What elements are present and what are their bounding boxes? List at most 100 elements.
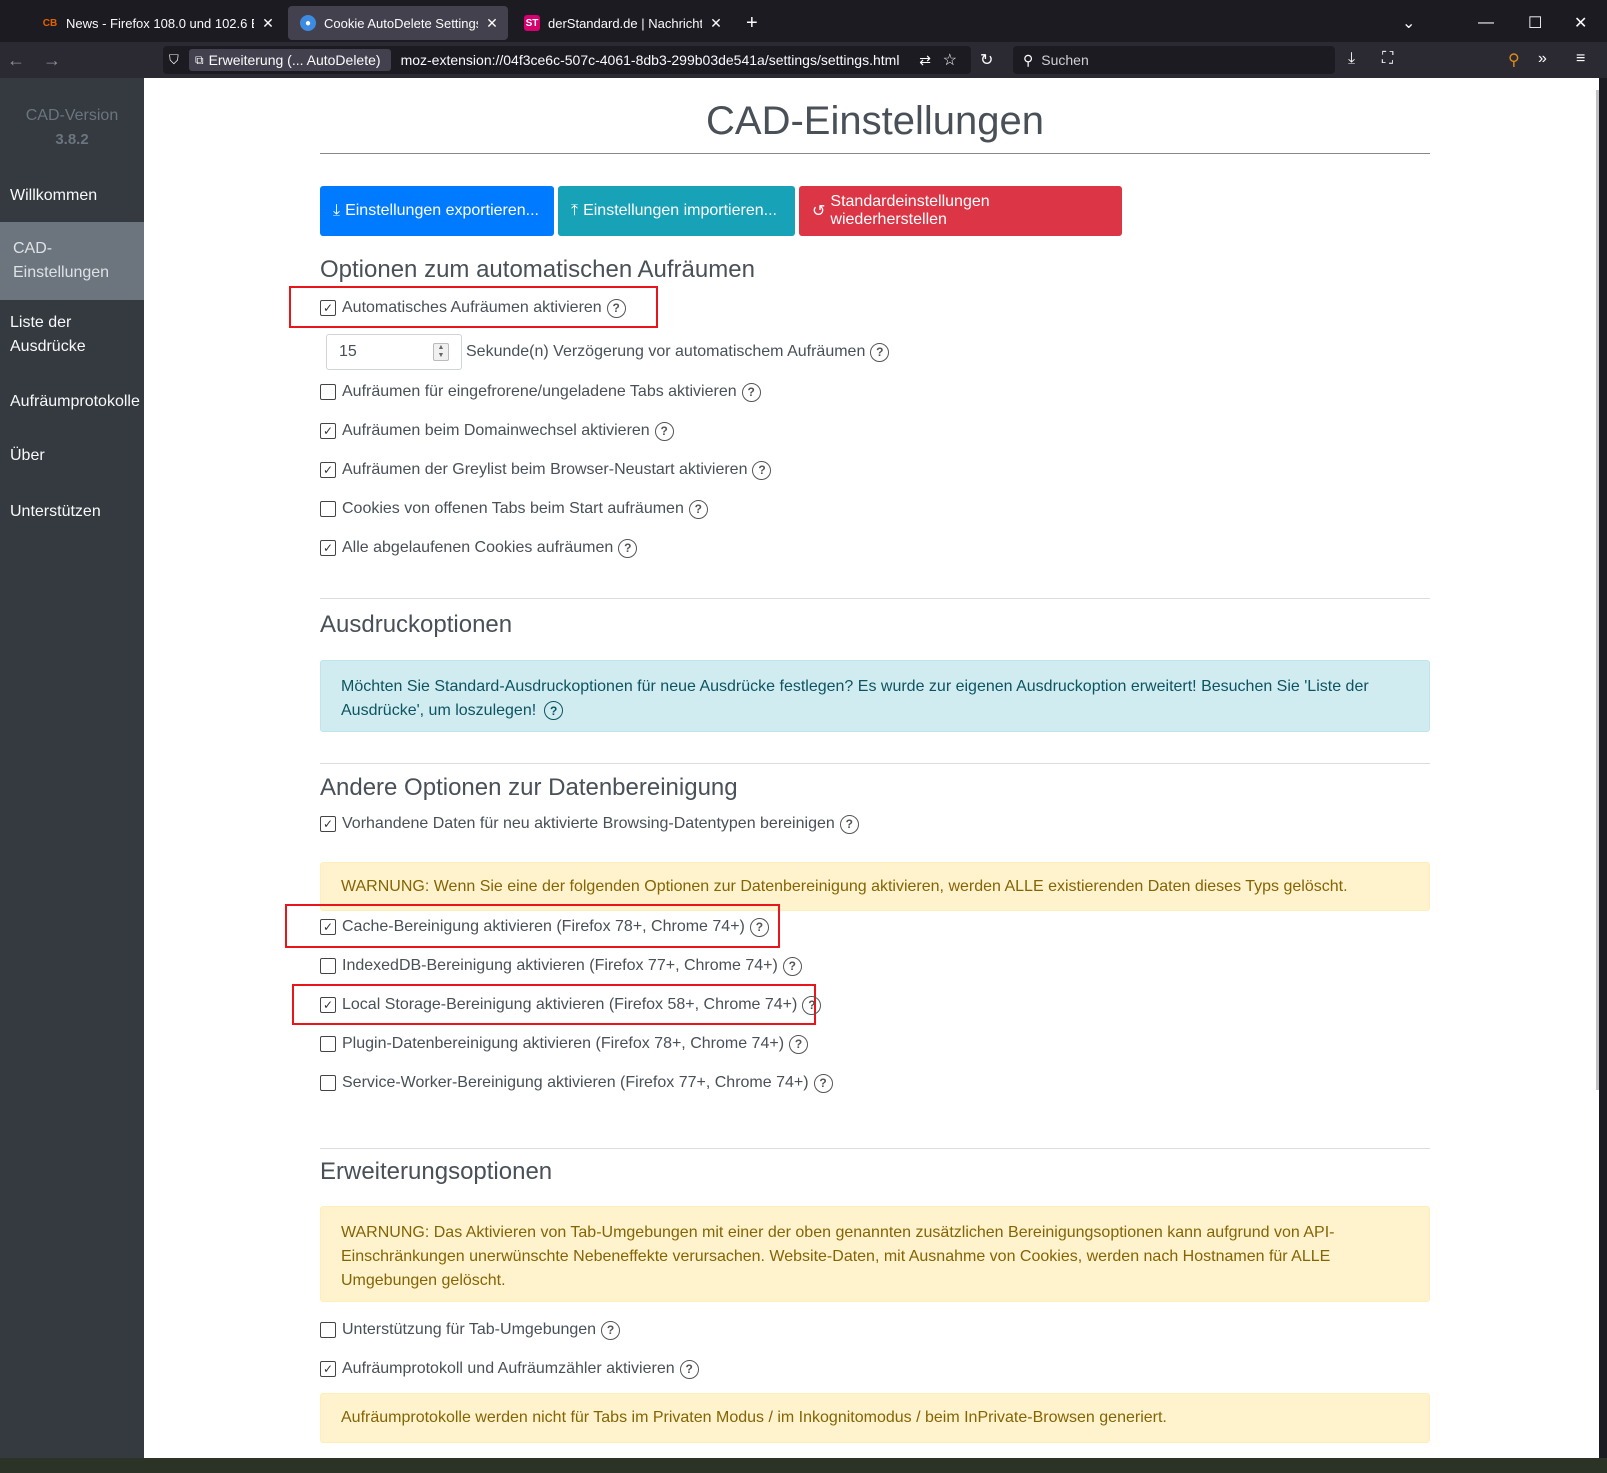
reset-settings-button[interactable]: ↺ Standardeinstellungen wiederherstellen [799, 186, 1122, 236]
export-button-label: Einstellungen exportieren... [345, 202, 539, 219]
help-icon[interactable]: ? [688, 499, 708, 519]
checkbox[interactable]: ✓ [320, 997, 336, 1013]
help-icon[interactable]: ? [618, 538, 638, 558]
help-icon[interactable]: ? [606, 298, 626, 318]
extension-heading: Erweiterungsoptionen [320, 1158, 553, 1185]
help-icon[interactable]: ? [654, 421, 674, 441]
tab-cookie-autodelete[interactable]: ● Cookie AutoDelete Settings ✕ [288, 6, 508, 40]
translate-icon[interactable]: ⇄ [919, 52, 931, 69]
checkbox[interactable] [320, 384, 336, 400]
minimize-icon[interactable]: — [1478, 4, 1494, 42]
checkbox[interactable] [320, 1322, 336, 1338]
checkbox[interactable]: ✓ [320, 423, 336, 439]
help-icon[interactable]: ? [749, 917, 769, 937]
checkbox[interactable]: ✓ [320, 300, 336, 316]
checkbox[interactable] [320, 1036, 336, 1052]
help-icon[interactable]: ? [839, 814, 859, 834]
maximize-icon[interactable]: ☐ [1528, 4, 1542, 42]
checkbox[interactable] [320, 958, 336, 974]
bookmark-star-icon[interactable]: ☆ [943, 50, 957, 70]
tab-news[interactable]: CB News - Firefox 108.0 und 102.6 ESR ✕ [30, 6, 284, 40]
info-text: Möchten Sie Standard-Ausdruckoptionen fü… [341, 678, 1369, 719]
expression-heading: Ausdruckoptionen [320, 611, 513, 638]
option-greylist-restart[interactable]: ✓ Aufräumen der Greylist beim Browser-Ne… [320, 458, 772, 482]
option-expired-cookies[interactable]: ✓ Alle abgelaufenen Cookies aufräumen ? [320, 536, 638, 560]
extension-chip-label: Erweiterung (... AutoDelete) [208, 52, 381, 68]
help-icon[interactable]: ? [741, 382, 761, 402]
checkbox[interactable] [320, 1075, 336, 1091]
option-cleanup-log[interactable]: ✓ Aufräumprotokoll und Aufräumzähler akt… [320, 1357, 699, 1381]
close-window-icon[interactable]: ✕ [1574, 4, 1587, 42]
close-tab-icon[interactable]: ✕ [708, 15, 724, 32]
sidebar-item-label: Unterstützen [10, 503, 101, 520]
help-icon[interactable]: ? [782, 956, 802, 976]
search-icon: ⚲ [1023, 51, 1034, 68]
cleanup-delay-input[interactable]: 15 ▲ ▼ [326, 334, 462, 370]
option-container-support[interactable]: Unterstützung für Tab-Umgebungen ? [320, 1318, 621, 1342]
option-discarded-tabs[interactable]: Aufräumen für eingefrorene/ungeladene Ta… [320, 380, 761, 404]
option-clean-existing[interactable]: ✓ Vorhandene Daten für neu aktivierte Br… [320, 812, 859, 836]
sidebar-item-liste-der-ausdruecke[interactable]: Liste der Ausdrücke [0, 310, 144, 360]
help-icon[interactable]: ? [544, 701, 564, 721]
help-icon[interactable]: ? [601, 1320, 621, 1340]
new-tab-icon[interactable]: + [746, 12, 758, 35]
account-icon[interactable]: ⛶ [1382, 50, 1393, 68]
option-cache-cleanup[interactable]: ✓ Cache-Bereinigung aktivieren (Firefox … [320, 915, 769, 939]
checkbox[interactable]: ✓ [320, 1361, 336, 1377]
help-icon[interactable]: ? [813, 1073, 833, 1093]
checkbox[interactable]: ✓ [320, 540, 336, 556]
tab-title: News - Firefox 108.0 und 102.6 ESR [66, 15, 254, 31]
help-icon[interactable]: ? [789, 1034, 809, 1054]
warning-text: WARNUNG: Wenn Sie eine der folgenden Opt… [341, 878, 1348, 895]
checkbox[interactable]: ✓ [320, 462, 336, 478]
shield-icon[interactable]: ⛉ [169, 52, 179, 68]
tab-strip: CB News - Firefox 108.0 und 102.6 ESR ✕ … [0, 4, 1607, 42]
downloads-icon[interactable]: ⤓ [1348, 50, 1355, 68]
import-button-label: Einstellungen importieren... [583, 202, 777, 219]
help-icon[interactable]: ? [752, 460, 772, 480]
option-indexeddb-cleanup[interactable]: IndexedDB-Bereinigung aktivieren (Firefo… [320, 954, 802, 978]
overflow-menu-icon[interactable]: » [1538, 50, 1547, 68]
data-cleanup-heading: Andere Optionen zur Datenbereinigung [320, 774, 738, 801]
checkbox[interactable]: ✓ [320, 919, 336, 935]
option-domain-change[interactable]: ✓ Aufräumen beim Domainwechsel aktiviere… [320, 419, 674, 443]
container-warning: WARNUNG: Das Aktivieren von Tab-Umgebung… [320, 1206, 1430, 1302]
download-icon: ⤓ [333, 202, 341, 219]
sidebar-item-cad-einstellungen[interactable]: CAD-Einstellungen [0, 222, 144, 300]
option-plugin-cleanup[interactable]: Plugin-Datenbereinigung aktivieren (Fire… [320, 1032, 809, 1056]
sidebar-item-willkommen[interactable]: Willkommen [0, 176, 144, 216]
extension-pin-icon[interactable]: ⚲ [1508, 50, 1520, 70]
checkbox[interactable]: ✓ [320, 816, 336, 832]
import-settings-button[interactable]: ⤒ Einstellungen importieren... [558, 186, 795, 236]
scrollbar[interactable] [1596, 90, 1599, 1090]
sidebar-item-aufraeumprotokolle[interactable]: Aufräumprotokolle [0, 384, 144, 420]
forward-icon[interactable]: → [40, 50, 64, 71]
option-localstorage-cleanup[interactable]: ✓ Local Storage-Bereinigung aktivieren (… [320, 993, 822, 1017]
option-open-tabs-startup[interactable]: Cookies von offenen Tabs beim Start aufr… [320, 497, 708, 521]
option-serviceworker-cleanup[interactable]: Service-Worker-Bereinigung aktivieren (F… [320, 1071, 833, 1095]
option-label: Unterstützung für Tab-Umgebungen [342, 1321, 597, 1338]
sidebar-item-unterstuetzen[interactable]: Unterstützen [0, 494, 144, 530]
settings-container: CAD-Einstellungen ⤓ Einstellungen export… [285, 78, 1430, 1443]
nav-bar: ← → ⛉ ⧉ Erweiterung (... AutoDelete) moz… [0, 42, 1607, 78]
option-auto-cleanup[interactable]: ✓ Automatisches Aufräumen aktivieren ? [320, 296, 626, 320]
hamburger-menu-icon[interactable]: ≡ [1576, 50, 1585, 68]
sidebar-item-ueber[interactable]: Über [0, 438, 144, 474]
list-tabs-icon[interactable]: ⌄ [1402, 4, 1415, 42]
help-icon[interactable]: ? [679, 1359, 699, 1379]
checkbox[interactable] [320, 501, 336, 517]
tab-derstandard[interactable]: ST derStandard.de | Nachrichten, Komment… [512, 6, 732, 40]
extension-identity[interactable]: ⧉ Erweiterung (... AutoDelete) [189, 49, 391, 71]
url-bar[interactable]: ⛉ ⧉ Erweiterung (... AutoDelete) moz-ext… [163, 46, 971, 74]
help-icon[interactable]: ? [870, 342, 890, 362]
export-settings-button[interactable]: ⤓ Einstellungen exportieren... [320, 186, 554, 236]
cb-favicon-icon: CB [42, 15, 58, 31]
url-text[interactable]: moz-extension://04f3ce6c-507c-4061-8db3-… [401, 52, 911, 68]
reload-icon[interactable]: ↻ [980, 50, 993, 70]
close-tab-icon[interactable]: ✕ [260, 15, 276, 32]
stepper-icon[interactable]: ▲ ▼ [433, 343, 449, 361]
close-tab-icon[interactable]: ✕ [484, 15, 500, 32]
help-icon[interactable]: ? [802, 995, 822, 1015]
search-bar[interactable]: ⚲ Suchen [1013, 46, 1335, 74]
back-icon[interactable]: ← [4, 50, 28, 71]
